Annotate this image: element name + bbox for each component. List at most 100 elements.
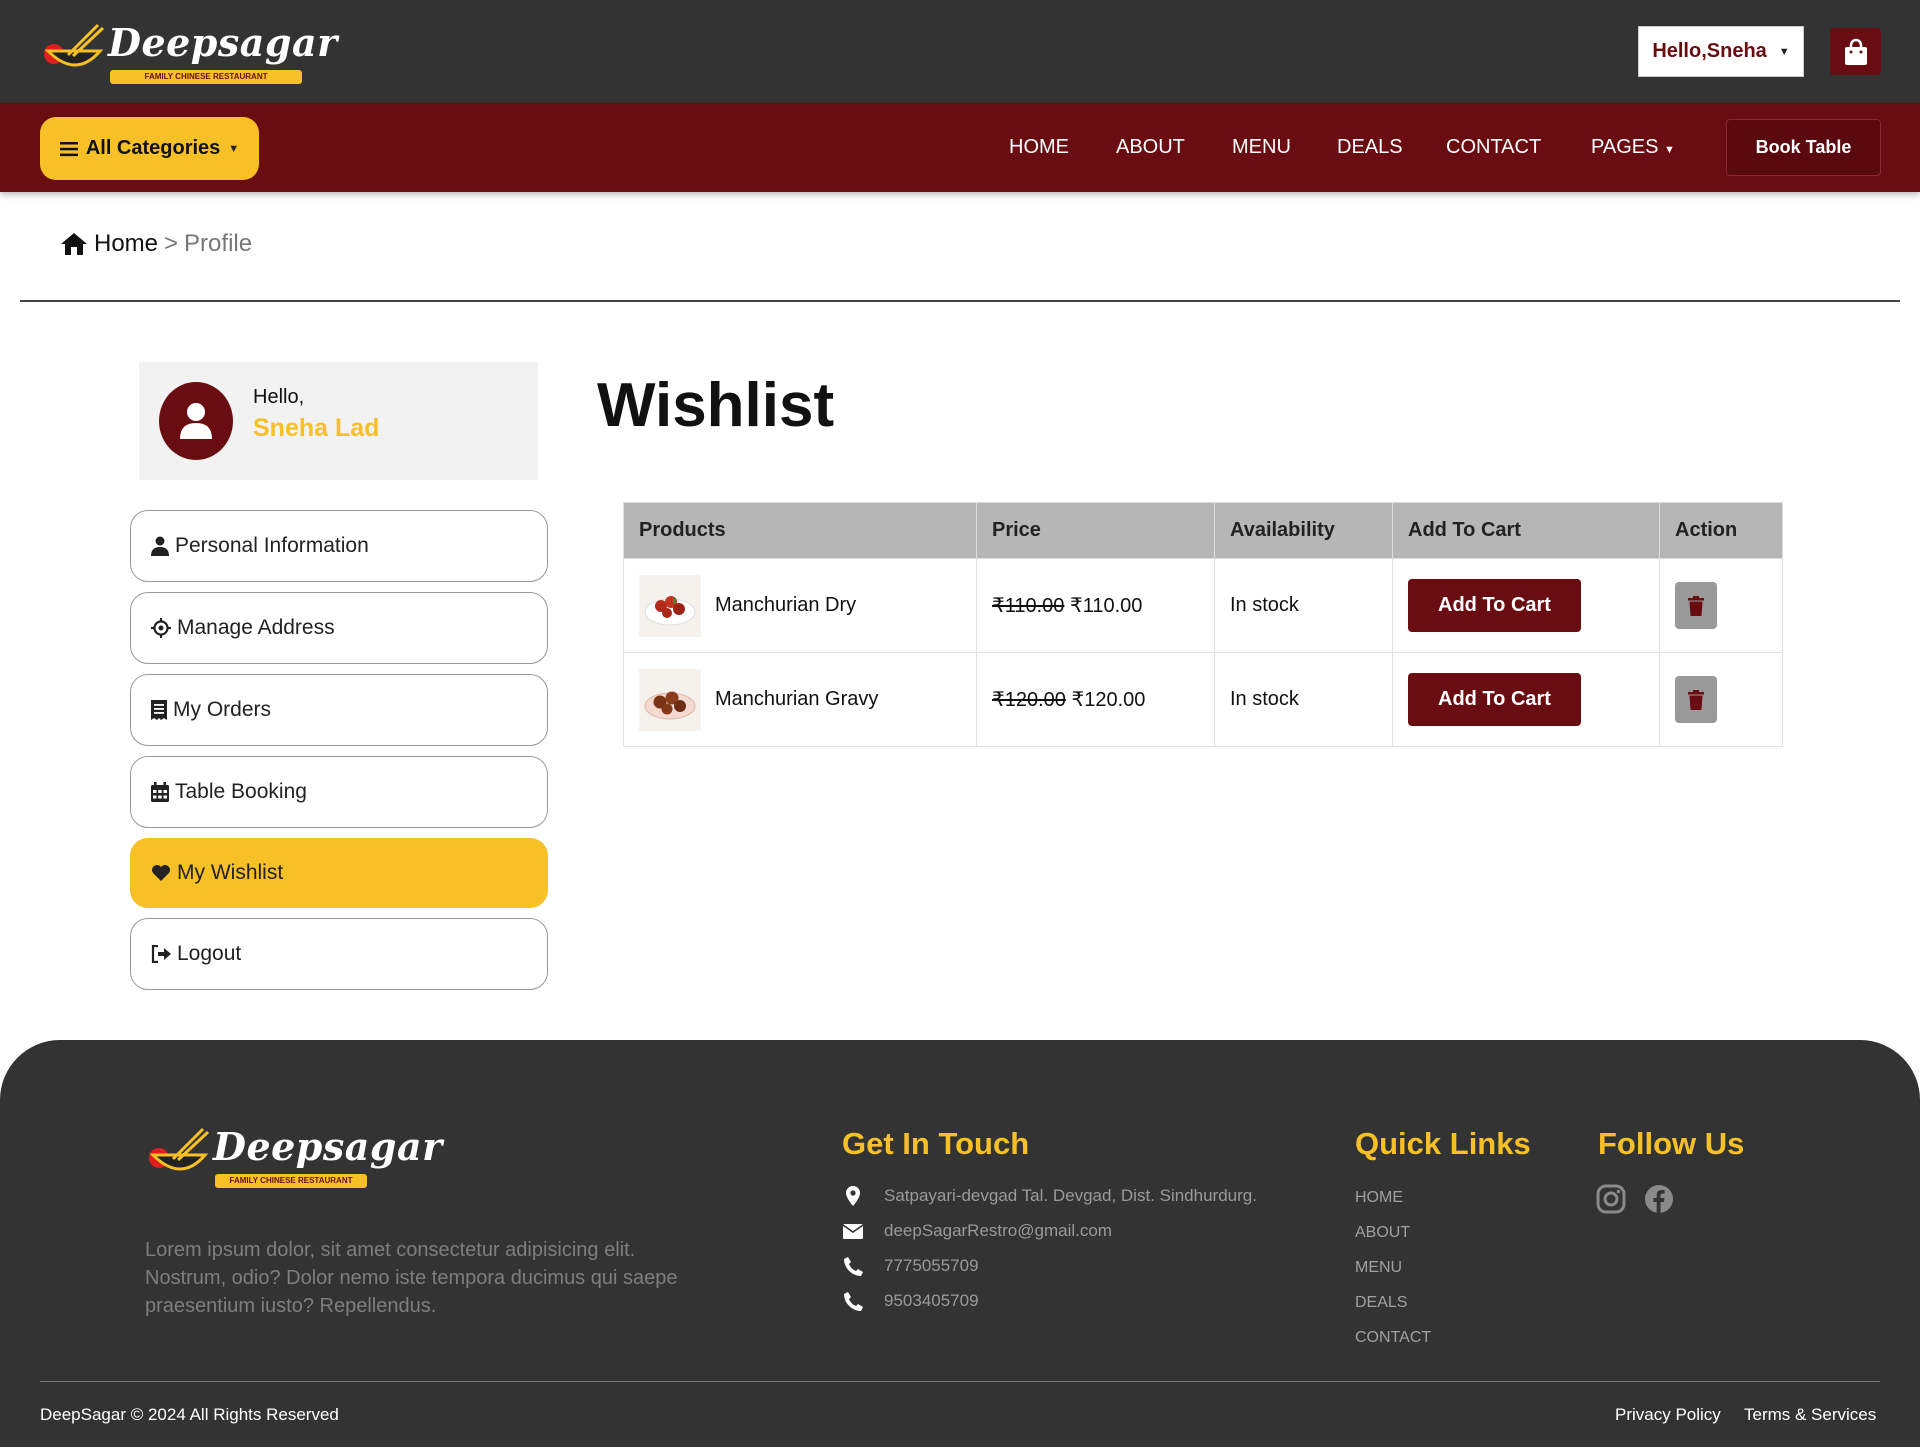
home-icon[interactable] xyxy=(60,232,88,256)
breadcrumb: Home > Profile xyxy=(60,230,252,258)
sidebar-item-label: My Orders xyxy=(173,698,272,721)
crosshair-icon xyxy=(151,618,171,638)
nav-home[interactable]: HOME xyxy=(1009,136,1069,159)
breadcrumb-current: Profile xyxy=(184,230,253,257)
wishlist-table: Products Price Availability Add To Cart … xyxy=(623,502,1783,747)
quick-link-deals[interactable]: DEALS xyxy=(1355,1294,1407,1312)
nav-deals[interactable]: DEALS xyxy=(1337,136,1403,159)
caret-down-icon: ▼ xyxy=(1778,45,1790,58)
nav-menu[interactable]: MENU xyxy=(1232,136,1291,159)
delete-button[interactable] xyxy=(1675,676,1717,723)
user-menu-button[interactable]: Hello,Sneha ▼ xyxy=(1638,26,1804,77)
add-to-cart-button[interactable]: Add To Cart xyxy=(1408,673,1581,726)
footer-brand-logo[interactable]: Deepsagar FAMILY CHINESE RESTAURANT xyxy=(145,1118,442,1192)
main-nav: All Categories ▼ HOME ABOUT MENU DEALS C… xyxy=(0,103,1920,192)
follow-us-heading: Follow Us xyxy=(1598,1126,1745,1161)
brand-tagline: FAMILY CHINESE RESTAURANT xyxy=(110,70,302,84)
quick-links-heading: Quick Links xyxy=(1355,1126,1531,1161)
sidebar-item-label: Personal Information xyxy=(175,534,369,557)
instagram-icon[interactable] xyxy=(1596,1184,1626,1214)
price-cell: ₹110.00 ₹110.00 xyxy=(976,558,1215,653)
footer: Deepsagar FAMILY CHINESE RESTAURANT Lore… xyxy=(0,1040,1920,1447)
quick-link-contact[interactable]: CONTACT xyxy=(1355,1329,1431,1347)
quick-link-about[interactable]: ABOUT xyxy=(1355,1224,1410,1242)
sidebar-item-my-orders[interactable]: My Orders xyxy=(130,674,548,746)
user-icon xyxy=(180,403,212,439)
privacy-policy-link[interactable]: Privacy Policy xyxy=(1615,1405,1721,1425)
cart-button[interactable] xyxy=(1830,28,1881,75)
book-table-button[interactable]: Book Table xyxy=(1726,119,1881,176)
product-name[interactable]: Manchurian Dry xyxy=(715,594,856,617)
current-price: ₹120.00 xyxy=(1071,689,1146,711)
current-price: ₹110.00 xyxy=(1069,595,1143,617)
column-header-availability: Availability xyxy=(1214,502,1393,559)
terms-link[interactable]: Terms & Services xyxy=(1744,1405,1876,1425)
add-to-cart-cell: Add To Cart xyxy=(1392,652,1660,747)
user-name: Sneha Lad xyxy=(253,414,380,442)
sidebar-item-my-wishlist[interactable]: My Wishlist xyxy=(130,838,548,908)
bars-icon xyxy=(59,141,78,156)
contact-address: Satpayari-devgad Tal. Devgad, Dist. Sind… xyxy=(842,1186,1257,1206)
action-cell xyxy=(1659,558,1783,653)
nav-about[interactable]: ABOUT xyxy=(1116,136,1185,159)
delete-button[interactable] xyxy=(1675,582,1717,629)
top-header: Deepsagar FAMILY CHINESE RESTAURANT Hell… xyxy=(0,0,1920,103)
footer-about-text: Lorem ipsum dolor, sit amet consectetur … xyxy=(145,1239,678,1317)
user-card: Hello, Sneha Lad xyxy=(139,362,538,480)
phone-number[interactable]: 7775055709 xyxy=(884,1256,979,1276)
column-header-action: Action xyxy=(1659,502,1783,559)
table-header-row: Products Price Availability Add To Cart … xyxy=(623,502,1783,559)
availability-cell: In stock xyxy=(1214,652,1393,747)
email-link[interactable]: deepSagarRestro@gmail.com xyxy=(884,1221,1112,1241)
sidebar-item-label: Table Booking xyxy=(175,780,307,803)
brand-logo[interactable]: Deepsagar FAMILY CHINESE RESTAURANT xyxy=(40,14,337,88)
phone-number[interactable]: 9503405709 xyxy=(884,1291,979,1311)
footer-divider xyxy=(40,1381,1880,1382)
trash-icon xyxy=(1688,689,1704,710)
facebook-icon[interactable] xyxy=(1644,1184,1674,1214)
old-price: ₹120.00 xyxy=(992,689,1066,711)
get-in-touch-heading: Get In Touch xyxy=(842,1126,1030,1161)
all-categories-label: All Categories xyxy=(85,137,221,159)
sidebar-item-logout[interactable]: Logout xyxy=(130,918,548,990)
user-icon xyxy=(151,536,169,556)
sign-out-icon xyxy=(151,945,171,963)
sidebar-item-label: Logout xyxy=(177,942,242,965)
all-categories-button[interactable]: All Categories ▼ xyxy=(40,117,259,180)
table-row: Manchurian Gravy ₹120.00 ₹120.00 In stoc… xyxy=(623,652,1783,747)
action-cell xyxy=(1659,652,1783,747)
add-to-cart-button[interactable]: Add To Cart xyxy=(1408,579,1581,632)
quick-link-home[interactable]: HOME xyxy=(1355,1189,1403,1207)
avatar xyxy=(159,382,233,460)
table-row: Manchurian Dry ₹110.00 ₹110.00 In stock … xyxy=(623,558,1783,653)
noodle-bowl-icon xyxy=(145,1125,213,1185)
noodle-bowl-icon xyxy=(40,21,108,81)
nav-pages[interactable]: PAGES ▼ xyxy=(1591,136,1675,159)
product-cell: Manchurian Gravy xyxy=(623,652,977,747)
address-text: Satpayari-devgad Tal. Devgad, Dist. Sind… xyxy=(884,1186,1257,1205)
breadcrumb-separator: > xyxy=(164,230,179,257)
breadcrumb-home[interactable]: Home xyxy=(94,230,158,258)
sidebar-item-personal-information[interactable]: Personal Information xyxy=(130,510,548,582)
product-image[interactable] xyxy=(639,668,701,731)
brand-name: Deepsagar xyxy=(108,20,338,65)
product-image[interactable] xyxy=(639,574,701,637)
map-marker-icon xyxy=(842,1186,864,1206)
divider xyxy=(20,300,1900,302)
quick-link-menu[interactable]: MENU xyxy=(1355,1259,1402,1277)
price-cell: ₹120.00 ₹120.00 xyxy=(976,652,1215,747)
copyright-text: DeepSagar © 2024 All Rights Reserved xyxy=(40,1405,339,1424)
nav-contact[interactable]: CONTACT xyxy=(1446,136,1541,159)
sidebar-item-manage-address[interactable]: Manage Address xyxy=(130,592,548,664)
product-name[interactable]: Manchurian Gravy xyxy=(715,688,878,711)
caret-down-icon: ▼ xyxy=(228,142,240,155)
phone-icon xyxy=(842,1256,864,1276)
caret-down-icon: ▼ xyxy=(1664,144,1675,156)
add-to-cart-cell: Add To Cart xyxy=(1392,558,1660,653)
sidebar-item-label: Manage Address xyxy=(177,616,335,639)
heart-icon xyxy=(152,865,170,881)
phone-icon xyxy=(842,1291,864,1311)
user-greeting: Hello,Sneha xyxy=(1652,40,1767,62)
sidebar-item-table-booking[interactable]: Table Booking xyxy=(130,756,548,828)
receipt-icon xyxy=(151,700,167,720)
